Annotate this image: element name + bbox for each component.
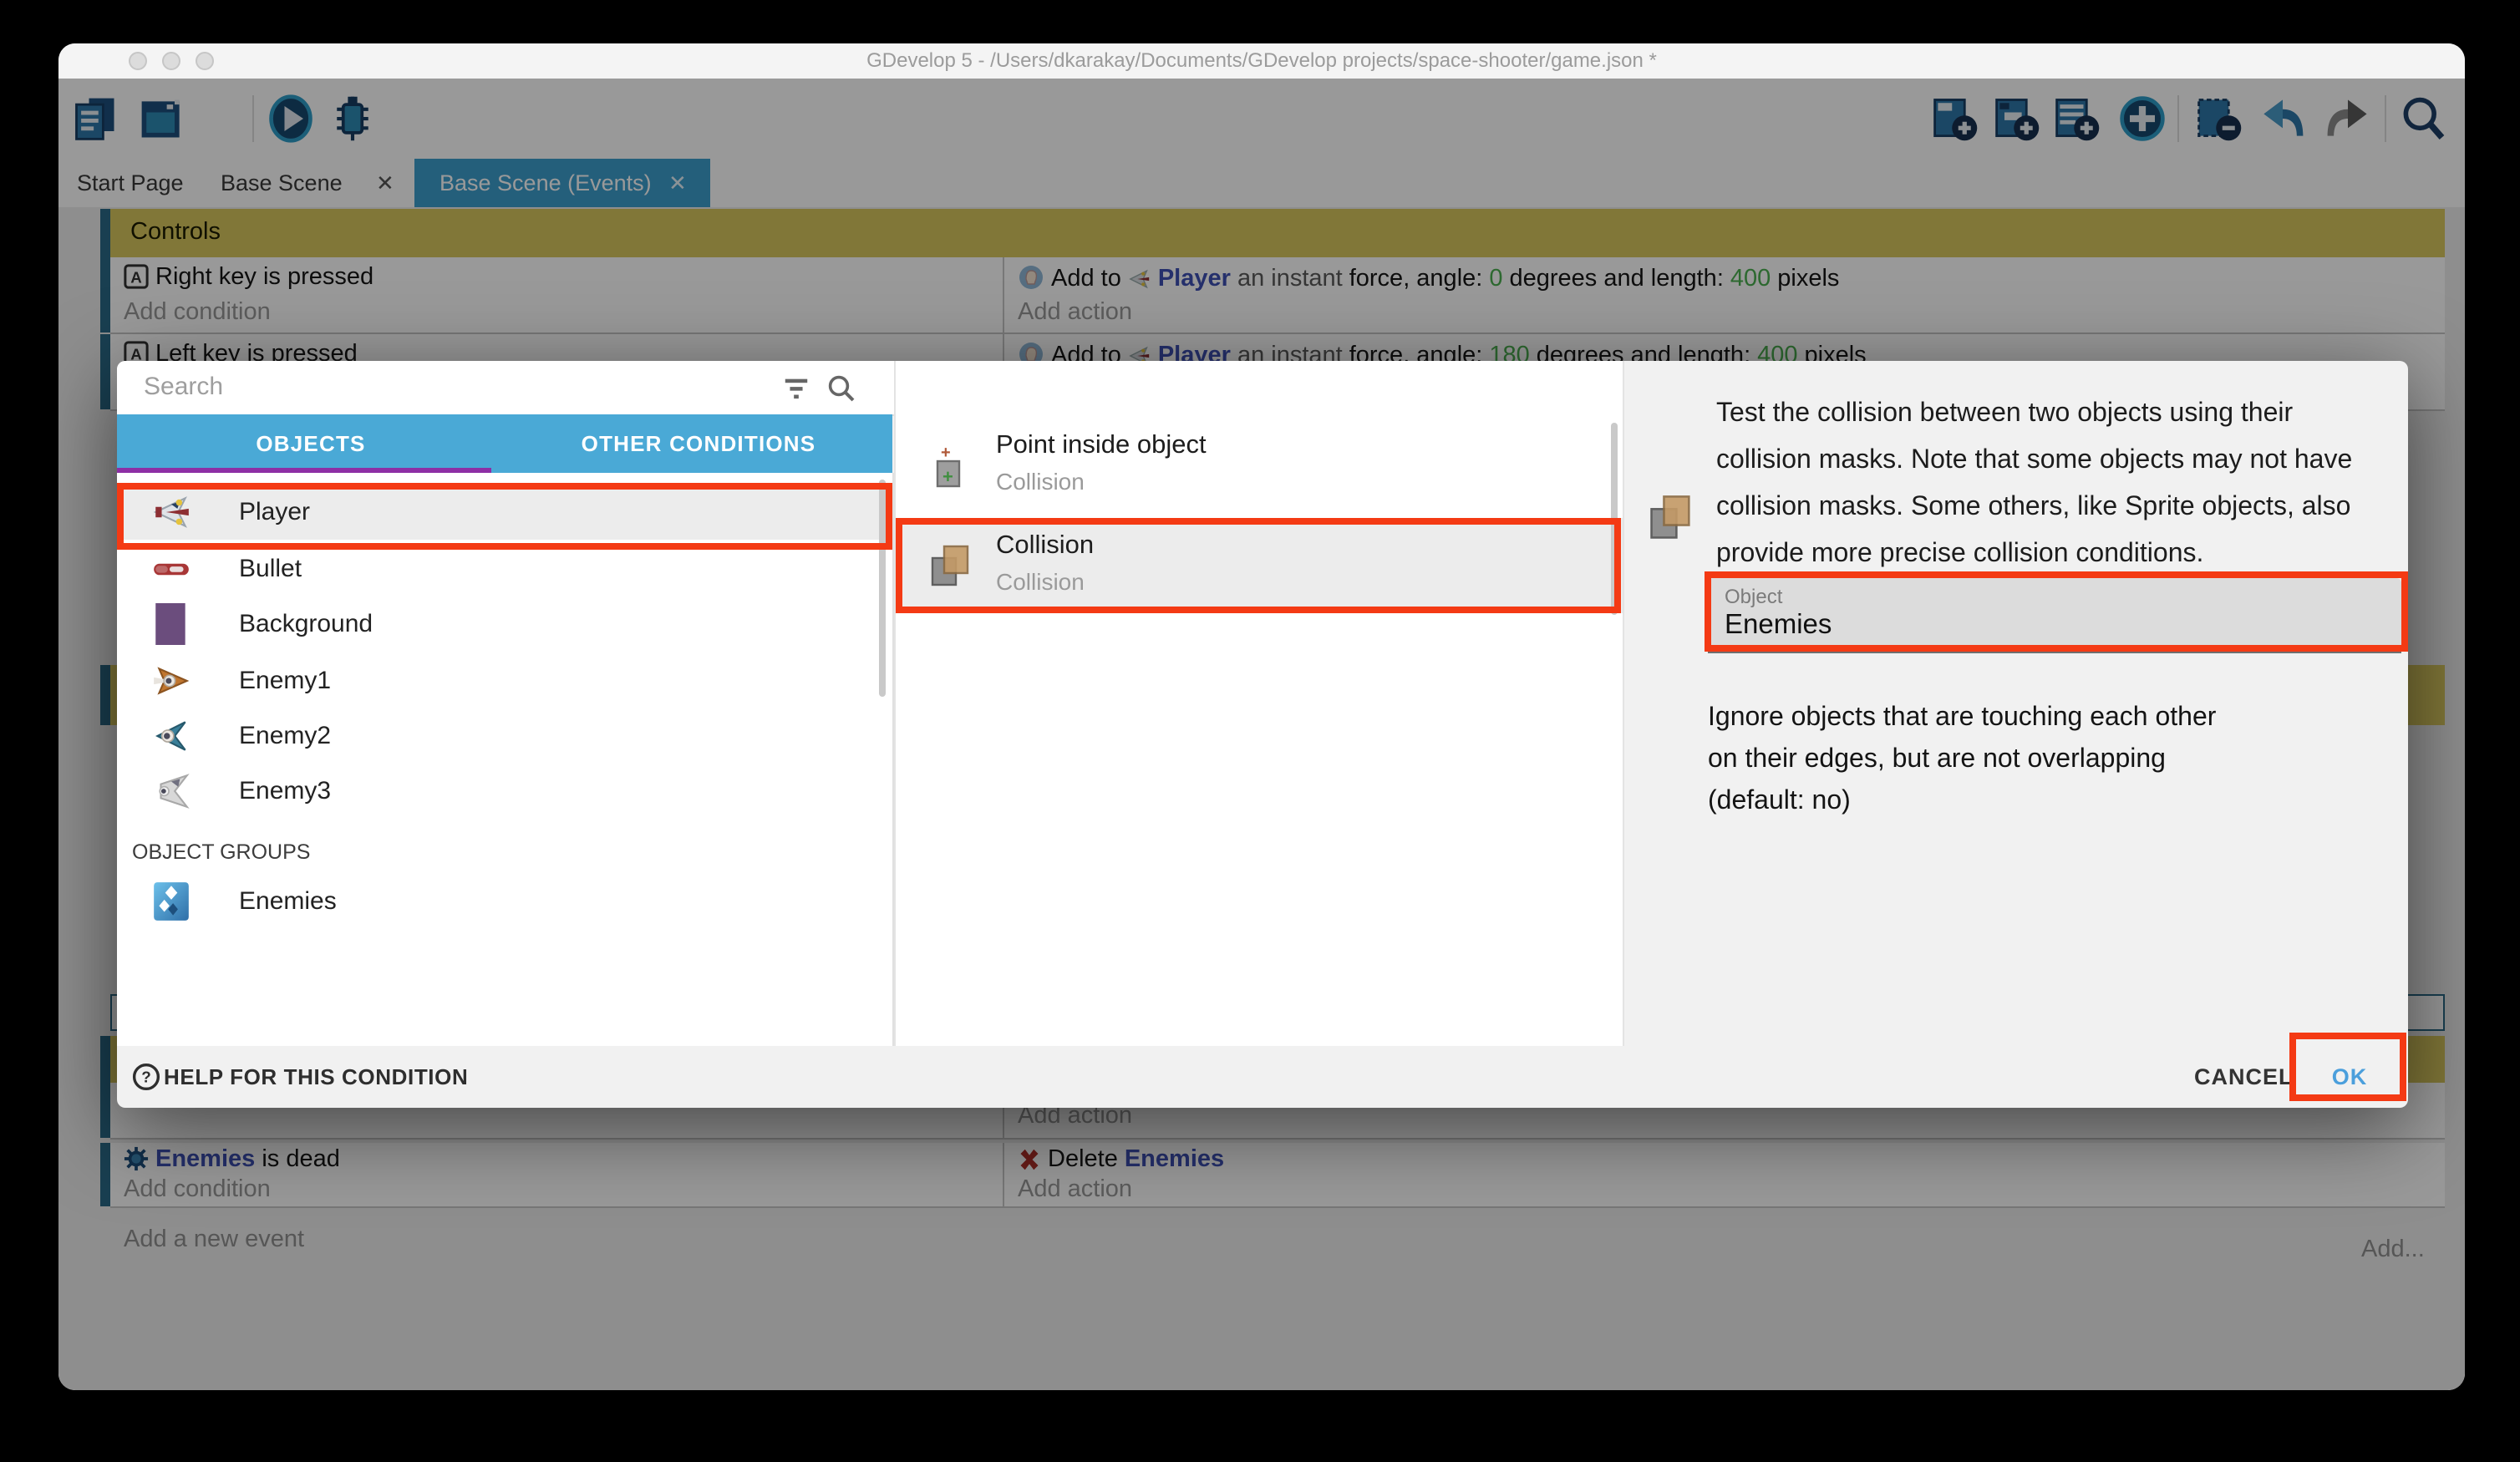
list-item-enemy3[interactable]: Enemy3 [117,764,892,819]
result-subtitle: Collision [996,568,1085,595]
object-field-value: Enemies [1725,610,1832,642]
result-point-inside[interactable]: ++ Point inside object Collision [896,423,1623,510]
object-label: Enemy3 [239,764,331,819]
objects-list: Player Bullet Background Enemy1 Enemy2 [117,473,894,1046]
object-groups-header: OBJECT GROUPS [132,840,310,864]
dialog-footer: ? HELP FOR THIS CONDITION CANCEL OK [117,1046,2408,1108]
help-icon[interactable]: ? [132,1063,160,1099]
list-item-player[interactable]: Player [117,485,892,540]
point-inside-icon: ++ [926,443,976,493]
list-item-bullet[interactable]: Bullet [117,541,892,596]
object-label: Player [239,485,310,540]
app-root: GDevelop 5 - /Users/dkarakay/Documents/G… [0,0,2520,1462]
list-item-enemy1[interactable]: Enemy1 [117,653,892,708]
dialog-tabs: OBJECTS OTHER CONDITIONS [117,414,892,473]
window-title: GDevelop 5 - /Users/dkarakay/Documents/G… [58,43,2465,79]
result-title: Collision [996,531,1094,561]
search-icon[interactable] [826,373,856,411]
result-title: Point inside object [996,431,1207,461]
filter-icon[interactable] [782,374,810,411]
object-search-input[interactable]: Search [144,361,223,414]
object-label: Enemies [239,874,337,929]
titlebar: GDevelop 5 - /Users/dkarakay/Documents/G… [58,43,2465,80]
list-item-background[interactable]: Background [117,596,892,652]
ignore-edges-label: Ignore objects that are touching each ot… [1708,697,2246,822]
scrollbar[interactable] [1611,423,1618,615]
object-group-icon [150,881,192,922]
list-item-enemy2[interactable]: Enemy2 [117,708,892,764]
svg-text:?: ? [141,1069,151,1087]
object-label: Enemy1 [239,653,331,708]
enemy3-ship-icon [150,770,192,812]
enemy2-ship-icon [150,715,192,757]
object-label: Bullet [239,541,302,596]
collision-icon [1644,491,1698,553]
condition-description: Test the collision between two objects u… [1716,391,2391,578]
list-item-enemies-group[interactable]: Enemies [117,874,892,929]
object-field-label: Object [1725,585,1782,608]
result-collision[interactable]: Collision Collision [896,518,1623,613]
gdevelop-window: GDevelop 5 - /Users/dkarakay/Documents/G… [58,43,2465,1390]
object-field[interactable]: Object Enemies [1708,578,2401,653]
player-ship-icon [150,491,192,533]
active-tab-underline [117,467,491,473]
conditions-results-panel: ++ Point inside object Collision Collisi… [894,361,1624,1046]
cancel-button[interactable]: CANCEL [2194,1046,2278,1108]
object-label: Enemy2 [239,708,331,764]
collision-icon [926,541,976,591]
scrollbar[interactable] [879,480,886,697]
svg-text:+: + [941,444,951,462]
svg-text:+: + [942,466,953,487]
condition-detail-panel: Test the collision between two objects u… [1621,361,2408,1046]
background-icon [150,603,192,645]
bullet-icon [150,548,192,590]
help-link[interactable]: HELP FOR THIS CONDITION [164,1046,468,1108]
object-label: Background [239,596,373,652]
ok-button[interactable]: OK [2319,1046,2380,1108]
tab-objects[interactable]: OBJECTS [117,414,505,473]
choose-condition-dialog: Search col OBJECTS OTHER CONDITIONS [117,361,2408,1108]
enemy1-ship-icon [150,660,192,702]
result-subtitle: Collision [996,468,1085,495]
tab-other-conditions[interactable]: OTHER CONDITIONS [505,414,892,473]
